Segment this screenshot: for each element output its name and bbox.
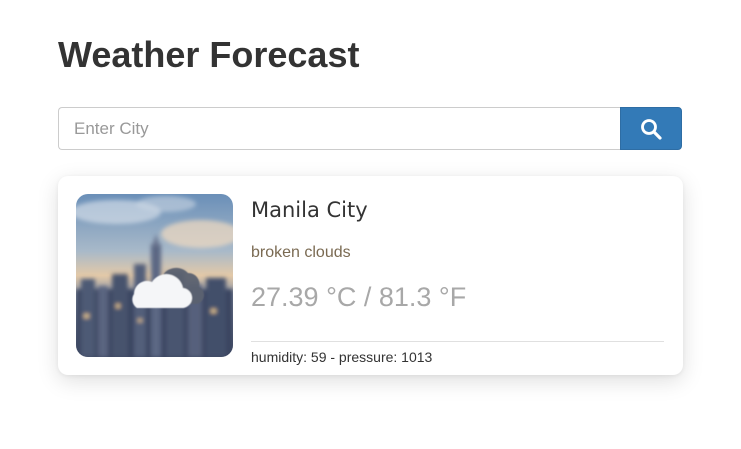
city-skyline-image — [76, 194, 233, 357]
weather-card: Manila City broken clouds 27.39 °C / 81.… — [58, 176, 683, 375]
search-bar — [58, 107, 682, 150]
search-input[interactable] — [58, 107, 620, 150]
weather-app: Weather Forecast Enter City Manila City … — [0, 0, 741, 449]
search-button[interactable] — [620, 107, 682, 150]
page-title: Weather Forecast — [58, 34, 360, 75]
search-icon — [639, 117, 663, 141]
divider — [251, 341, 664, 342]
temperature: 27.39 °C / 81.3 °F — [251, 282, 467, 312]
weather-description: broken clouds — [251, 244, 351, 261]
city-name: Manila City — [251, 198, 368, 222]
weather-details: humidity: 59 - pressure: 1013 — [251, 349, 433, 365]
